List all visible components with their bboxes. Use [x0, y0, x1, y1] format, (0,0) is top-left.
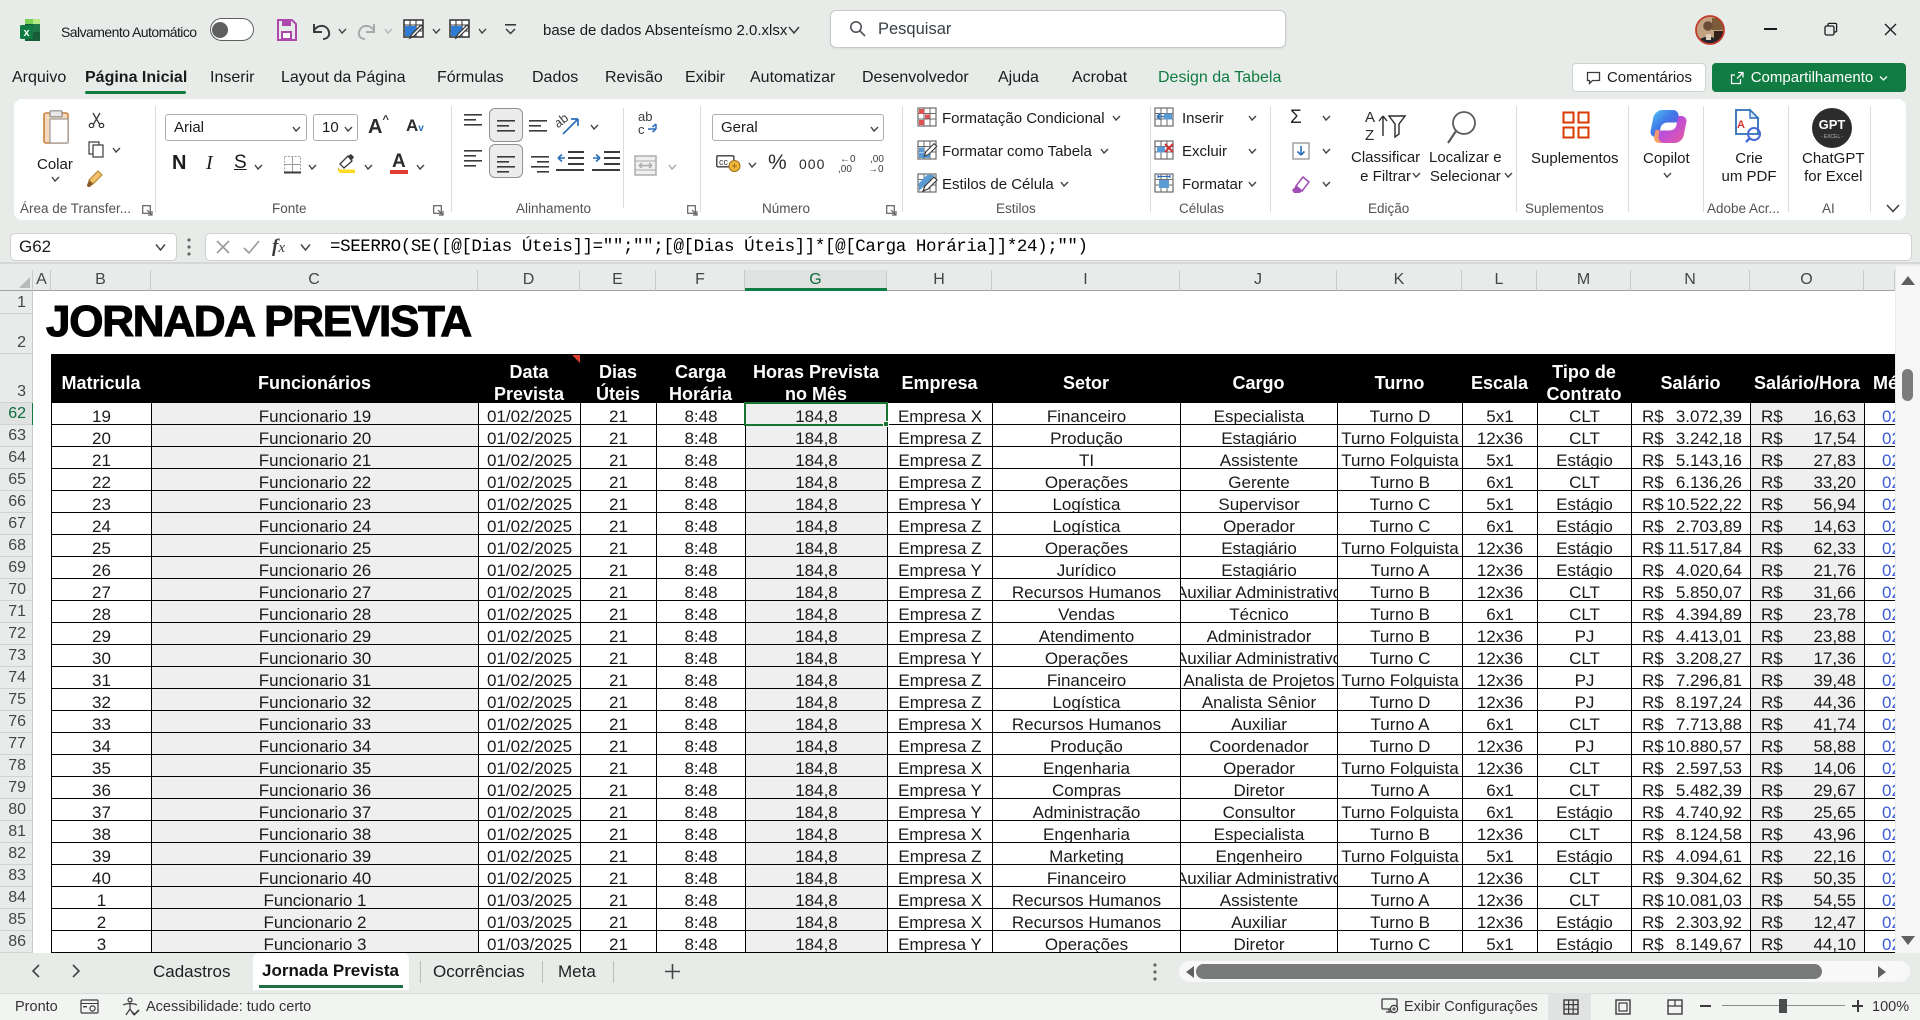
svg-text:- EXCEL -: - EXCEL -	[1821, 134, 1844, 140]
svg-text:x: x	[23, 27, 30, 39]
svg-text:cc: cc	[719, 157, 729, 167]
svg-text:c: c	[638, 122, 645, 137]
svg-text:GPT: GPT	[1819, 117, 1846, 132]
svg-text:A: A	[1365, 109, 1375, 126]
svg-text:→0: →0	[868, 164, 884, 174]
svg-text:A: A	[1737, 119, 1745, 131]
svg-text:,00: ,00	[838, 164, 852, 174]
svg-text:Z: Z	[1365, 127, 1374, 144]
